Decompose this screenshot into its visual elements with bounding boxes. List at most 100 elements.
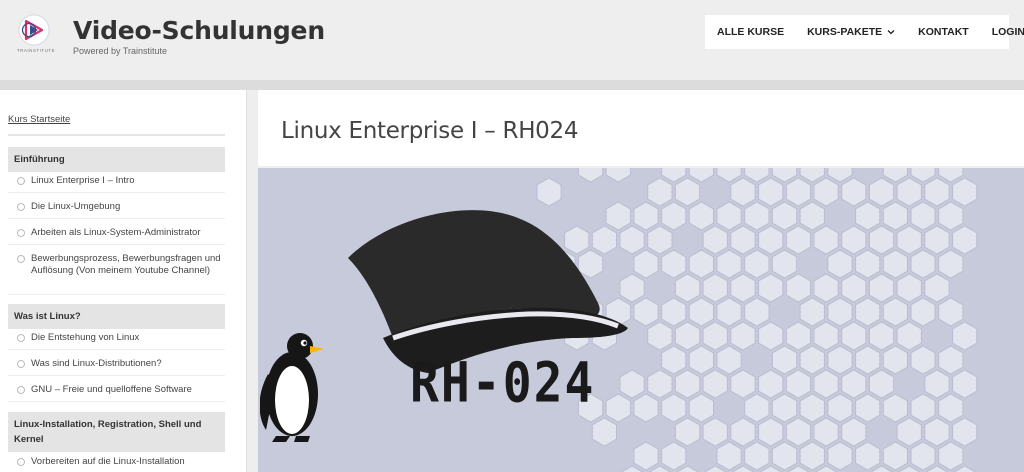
hexagon-tile bbox=[868, 225, 895, 255]
hexagon-tile bbox=[910, 441, 936, 471]
lesson-item[interactable]: Die Linux-Umgebung bbox=[8, 201, 225, 219]
play-logo-icon bbox=[18, 14, 50, 46]
lesson-item[interactable]: Arbeiten als Linux-System-Administrator bbox=[8, 227, 225, 245]
hexagon-tile bbox=[661, 393, 687, 423]
nav-item-alle-kurse[interactable]: ALLE KURSE bbox=[717, 26, 784, 38]
hexagon-tile bbox=[938, 249, 964, 279]
hexagon-tile bbox=[661, 201, 687, 231]
hexagon-tile bbox=[799, 345, 825, 375]
hexagon-tile bbox=[647, 321, 673, 351]
nav-item-kurs-pakete[interactable]: KURS-PAKETE bbox=[807, 26, 895, 38]
hexagon-tile bbox=[841, 369, 867, 399]
hexagon-tile bbox=[785, 369, 811, 399]
hexagon-tile bbox=[716, 168, 742, 183]
lesson-circle-icon bbox=[17, 229, 25, 237]
hexagon-tile bbox=[702, 273, 728, 303]
hexagon-tile bbox=[730, 369, 756, 399]
hexagon-tile bbox=[882, 168, 908, 183]
hexagon-tile bbox=[924, 225, 950, 255]
lesson-item[interactable]: Die Entstehung von Linux bbox=[8, 332, 225, 350]
logo-wordmark: TRAINSTITUTE bbox=[16, 48, 56, 53]
hexagon-tile bbox=[591, 417, 617, 447]
hexagon-tile bbox=[827, 393, 853, 423]
lesson-circle-icon bbox=[17, 203, 25, 211]
hexagon-tile bbox=[910, 393, 936, 423]
lesson-item[interactable]: Was sind Linux-Distributionen? bbox=[8, 358, 225, 376]
lesson-item[interactable]: Vorbereiten auf die Linux-Installation bbox=[8, 456, 225, 472]
site-logo[interactable]: TRAINSTITUTE bbox=[8, 12, 60, 58]
nav-item-kontakt[interactable]: KONTAKT bbox=[918, 26, 969, 38]
main-nav: ALLE KURSE KURS-PAKETE KONTAKT LOGIN bbox=[705, 15, 1024, 49]
section-title[interactable]: Einführung bbox=[8, 147, 225, 172]
hexagon-tile bbox=[855, 249, 881, 279]
hexagon-tile bbox=[841, 273, 867, 303]
hexagon-tile bbox=[882, 249, 908, 279]
hexagon-tile bbox=[647, 177, 673, 207]
lesson-label: GNU – Freie und quelloffene Software bbox=[31, 384, 192, 395]
lesson-label: Vorbereiten auf die Linux-Installation bbox=[31, 456, 185, 467]
hexagon-tile bbox=[799, 441, 825, 471]
hexagon-tile bbox=[924, 417, 950, 447]
hexagon-tile bbox=[647, 369, 673, 399]
hexagon-tile bbox=[758, 273, 784, 303]
lesson-item[interactable]: Linux Enterprise I – Intro bbox=[8, 175, 225, 193]
hexagon-tile bbox=[605, 393, 631, 423]
hexagon-tile bbox=[952, 369, 978, 399]
hexagon-tile bbox=[730, 273, 756, 303]
hexagon-tile bbox=[938, 345, 964, 375]
lesson-item[interactable]: Bewerbungsprozess, Bewerbungsfragen und … bbox=[8, 253, 225, 295]
lesson-label: Die Entstehung von Linux bbox=[31, 332, 140, 343]
lesson-circle-icon bbox=[17, 177, 25, 185]
nav-label: KONTAKT bbox=[918, 26, 969, 38]
hexagon-tile bbox=[896, 177, 922, 207]
hexagon-tile bbox=[813, 369, 839, 399]
hexagon-tile bbox=[785, 273, 811, 303]
site-title[interactable]: Video-Schulungen bbox=[73, 16, 325, 45]
hexagon-tile bbox=[730, 225, 756, 255]
hexagon-tile bbox=[688, 201, 714, 231]
hexagon-tile bbox=[661, 168, 687, 183]
hexagon-tile bbox=[799, 201, 825, 231]
section-title[interactable]: Was ist Linux? bbox=[8, 304, 225, 329]
hexagon-tile bbox=[855, 441, 881, 471]
hexagon-tile bbox=[771, 345, 798, 375]
hexagon-tile bbox=[577, 168, 604, 183]
hexagon-tile bbox=[924, 273, 950, 303]
site-header: TRAINSTITUTE Video-Schulungen Powered by… bbox=[0, 0, 1024, 80]
hexagon-tile bbox=[688, 345, 714, 375]
nav-label: ALLE KURSE bbox=[717, 26, 785, 38]
hexagon-tile bbox=[799, 297, 825, 327]
hexagon-tile bbox=[841, 321, 867, 351]
hexagon-tile bbox=[744, 249, 770, 279]
course-hero-image: RH-024 bbox=[258, 168, 1024, 472]
hexagon-tile bbox=[674, 273, 701, 303]
hexagon-tile bbox=[633, 201, 659, 231]
hexagon-tile bbox=[661, 297, 687, 327]
hexagon-tile bbox=[952, 321, 978, 351]
hexagon-tile bbox=[896, 225, 922, 255]
section-title[interactable]: Linux-Installation, Registration, Shell … bbox=[8, 412, 225, 452]
lesson-item[interactable]: GNU – Freie und quelloffene Software bbox=[8, 384, 225, 402]
hexagon-tile bbox=[938, 441, 964, 471]
hexagon-tile bbox=[758, 369, 784, 399]
hexagon-tile bbox=[744, 393, 770, 423]
hexagon-tile bbox=[841, 417, 867, 447]
nav-item-login[interactable]: LOGIN bbox=[992, 26, 1024, 38]
hexagon-tile bbox=[647, 225, 673, 255]
hexagon-tile bbox=[924, 369, 950, 399]
course-home-link[interactable]: Kurs Startseite bbox=[8, 114, 70, 125]
hexagon-tile bbox=[841, 177, 867, 207]
hexagon-tile bbox=[938, 168, 964, 183]
hexagon-tile bbox=[924, 177, 950, 207]
hexagon-tile bbox=[661, 249, 687, 279]
hexagon-tile bbox=[882, 393, 908, 423]
course-code-label: RH-024 bbox=[410, 351, 596, 416]
hexagon-tile bbox=[868, 273, 895, 303]
hexagon-tile bbox=[744, 168, 770, 183]
hexagon-tile bbox=[771, 201, 798, 231]
hexagon-tile bbox=[688, 297, 714, 327]
hexagon-tile bbox=[688, 249, 714, 279]
course-sidebar[interactable]: Kurs Startseite Einführung Linux Enterpr… bbox=[0, 90, 247, 472]
hexagon-tile bbox=[868, 177, 895, 207]
hexagon-tile bbox=[674, 177, 701, 207]
